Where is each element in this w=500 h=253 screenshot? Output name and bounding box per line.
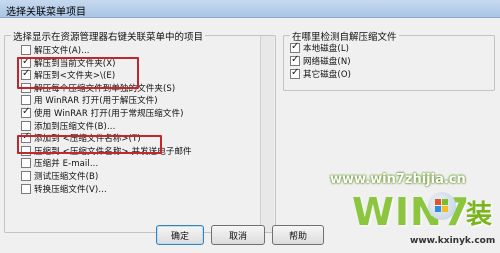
menu-item-label: 使用 WinRAR 打开(用于常规压缩文件) (34, 109, 184, 119)
watermark-url-2: www.kxinyk.com (410, 236, 496, 246)
menu-item-checkbox[interactable] (21, 171, 31, 181)
sfx-detect-checkbox[interactable] (290, 54, 300, 66)
watermark-url: www.win7zhijia.cn (330, 172, 466, 187)
menu-item-label: 压缩并 E-mail... (34, 159, 99, 170)
menu-item-label: 添加到压缩文件(B)... (34, 121, 116, 132)
menu-item-option[interactable]: 添加到压缩文件(B)... (21, 120, 115, 132)
menu-item-option[interactable]: 解压文件(A)... (21, 44, 90, 56)
menu-item-label: 用 WinRAR 打开(用于解压文件) (34, 96, 158, 107)
highlight-box-add (17, 135, 162, 154)
menu-item-checkbox[interactable] (21, 158, 31, 169)
sfx-detect-checkbox[interactable] (290, 67, 300, 79)
window-title: 选择关联菜单项目 (6, 7, 86, 18)
menu-item-checkbox[interactable] (21, 120, 31, 131)
sfx-detect-label: 其它磁盘(O) (303, 70, 352, 80)
help-button[interactable]: 帮助 (272, 225, 324, 245)
menu-item-option[interactable]: 用 WinRAR 打开(用于解压文件) (21, 94, 158, 106)
ok-button[interactable]: 确定 (156, 225, 204, 245)
menu-items-scrollbar[interactable] (260, 36, 274, 232)
window-titlebar[interactable]: 选择关联菜单项目 (0, 0, 500, 18)
menu-item-checkbox[interactable] (21, 183, 31, 194)
menu-item-checkbox[interactable] (21, 45, 31, 55)
menu-item-label: 测试压缩文件(B) (34, 172, 99, 182)
sfx-detect-checkbox[interactable] (290, 41, 300, 53)
sfx-detect-option[interactable]: 网络磁盘(N) (290, 54, 351, 67)
sfx-detect-label: 本地磁盘(L) (303, 44, 350, 54)
sfx-detect-legend: 在哪里检测自解压缩文件 (290, 29, 399, 43)
sfx-detect-option[interactable]: 本地磁盘(L) (290, 41, 350, 54)
menu-items-legend: 选择显示在资源管理器右键关联菜单中的项目 (11, 29, 206, 43)
menu-item-label: 转换压缩文件(V)... (34, 184, 107, 195)
highlight-box-extract (17, 57, 139, 89)
sfx-detect-option[interactable]: 其它磁盘(O) (290, 67, 352, 80)
watermark-brand-char: 装 (466, 200, 493, 230)
menu-item-checkbox[interactable] (21, 106, 31, 118)
cancel-button[interactable]: 取消 (211, 225, 265, 245)
menu-item-option[interactable]: 压缩并 E-mail... (21, 157, 98, 169)
menu-item-checkbox[interactable] (21, 95, 31, 106)
windows-logo-icon (428, 192, 456, 220)
menu-item-option[interactable]: 使用 WinRAR 打开(用于常规压缩文件) (21, 106, 184, 119)
menu-item-option[interactable]: 转换压缩文件(V)... (21, 183, 107, 195)
menu-item-option[interactable]: 测试压缩文件(B) (21, 170, 98, 182)
menu-item-label: 解压文件(A)... (34, 46, 90, 56)
sfx-detect-label: 网络磁盘(N) (303, 57, 351, 67)
